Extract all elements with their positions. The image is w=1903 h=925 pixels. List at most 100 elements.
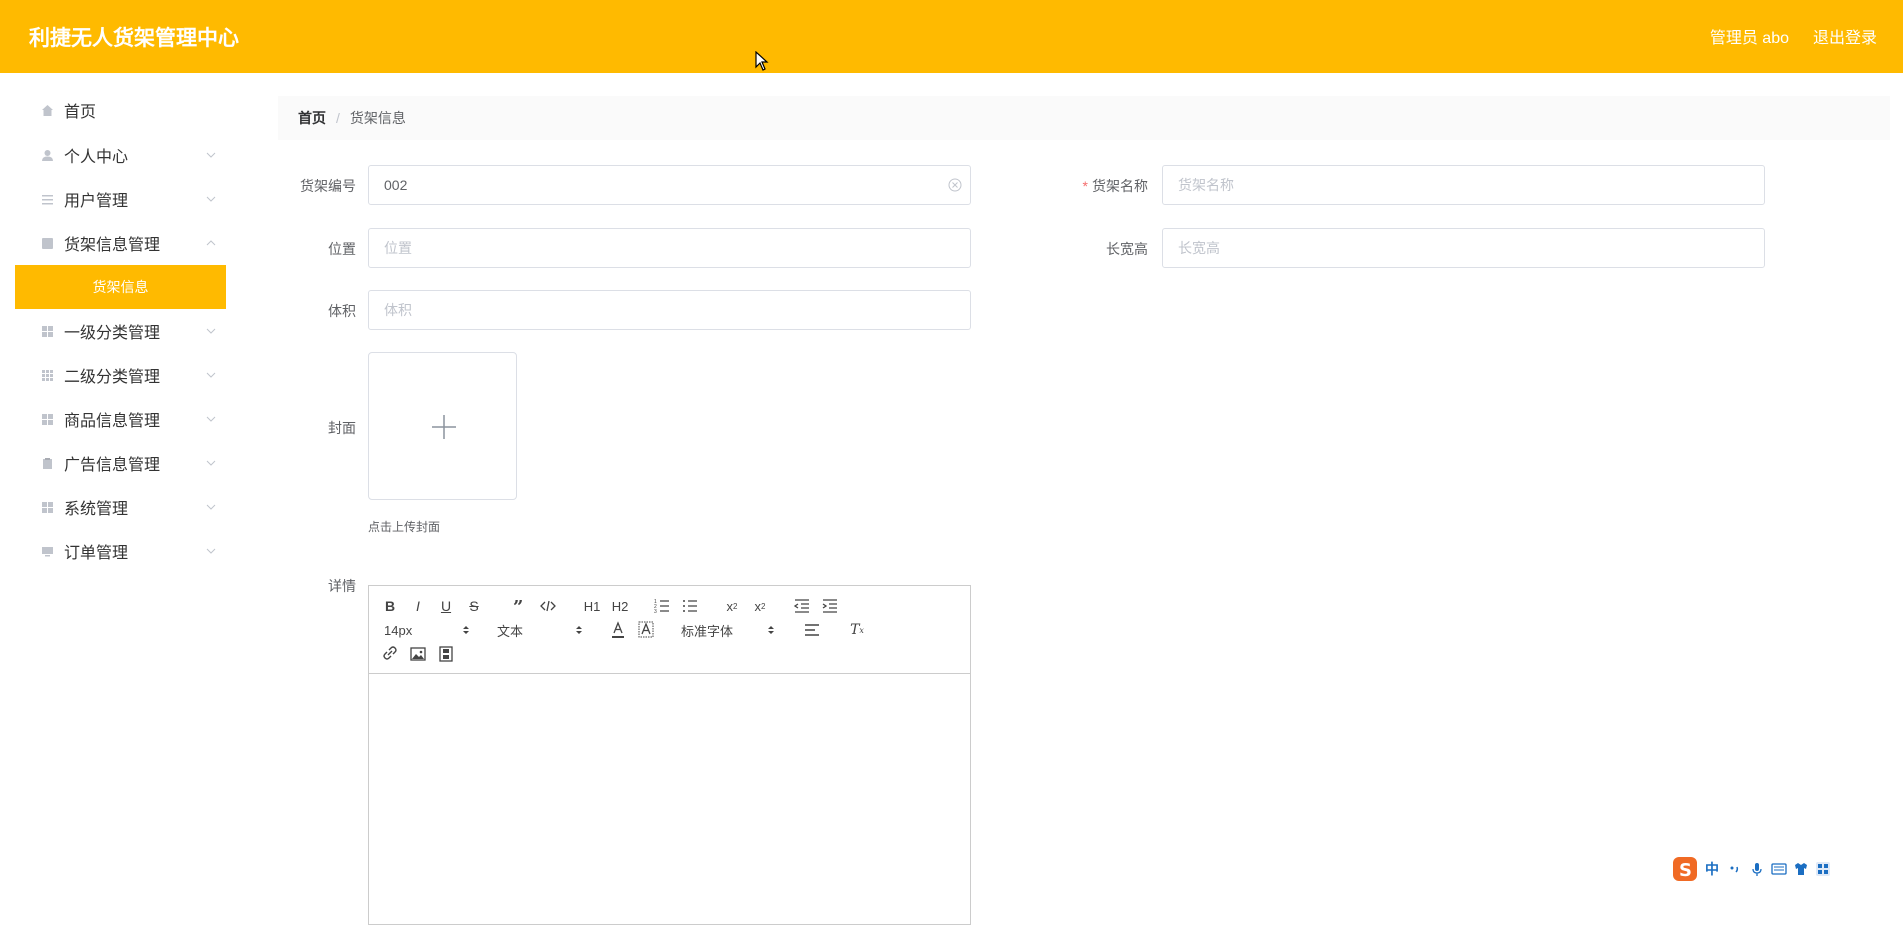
app-title: 利捷无人货架管理中心 [29, 27, 239, 50]
font-size-select[interactable]: 14px [384, 620, 470, 640]
sidebar-item-category-1[interactable]: 一级分类管理 [15, 311, 226, 351]
select-arrows-icon [768, 626, 774, 634]
font-family-select[interactable]: 标准字体 [681, 620, 775, 640]
outdent-icon[interactable] [793, 596, 811, 616]
rich-text-editor: B I U S ” H1 H2 123 x2 x2 14px 文本 标准字体 T… [368, 585, 971, 925]
subscript-button[interactable]: x2 [723, 596, 741, 616]
sidebar-item-profile[interactable]: 个人中心 [15, 135, 226, 175]
ordered-list-icon[interactable]: 123 [653, 596, 671, 616]
code-block-icon[interactable] [539, 596, 557, 616]
sidebar-item-products[interactable]: 商品信息管理 [15, 399, 226, 439]
mouse-cursor-icon [755, 51, 769, 71]
image-icon[interactable] [409, 644, 427, 664]
italic-button[interactable]: I [409, 596, 427, 616]
volume-placeholder: 体积 [384, 302, 412, 318]
align-icon[interactable] [803, 620, 821, 640]
strike-button[interactable]: S [465, 596, 483, 616]
sidebar-subitem-label: 货架信息 [92, 279, 149, 295]
font-family-value: 标准字体 [681, 623, 734, 639]
h1-button[interactable]: H1 [581, 596, 603, 616]
user-icon [42, 149, 53, 161]
sidebar-item-system[interactable]: 系统管理 [15, 487, 226, 527]
punctuation-icon[interactable] [1727, 861, 1743, 877]
location-label: 位置 [328, 241, 356, 257]
editor-content-area[interactable] [369, 675, 970, 924]
sidebar-item-label: 系统管理 [64, 501, 129, 518]
keyboard-icon[interactable] [1771, 861, 1787, 877]
sidebar-item-label: 订单管理 [64, 545, 129, 562]
select-arrows-icon [463, 626, 469, 634]
chevron-down-icon [206, 196, 216, 202]
sidebar-item-shelf[interactable]: 货架信息管理 [15, 223, 226, 263]
sidebar-item-ads[interactable]: 广告信息管理 [15, 443, 226, 483]
sidebar-item-orders[interactable]: 订单管理 [15, 531, 226, 571]
cover-upload-tip: 点击上传封面 [368, 520, 441, 534]
font-size-value: 14px [384, 622, 413, 638]
chevron-up-icon [206, 240, 216, 246]
grid-icon [42, 501, 53, 513]
checkbox-icon [42, 237, 53, 249]
sidebar-item-label: 广告信息管理 [64, 457, 161, 474]
sidebar-item-home[interactable]: 首页 [15, 90, 226, 130]
shelf-name-placeholder: 货架名称 [1178, 177, 1234, 193]
sidebar-subitem-shelf-info[interactable]: 货架信息 [15, 265, 226, 309]
cover-upload[interactable] [368, 352, 517, 500]
detail-label: 详情 [328, 578, 356, 594]
volume-input[interactable]: 体积 [368, 290, 971, 330]
svg-text:S: S [1679, 860, 1692, 881]
home-icon [42, 104, 53, 116]
location-input[interactable]: 位置 [368, 228, 971, 268]
blockquote-icon[interactable]: ” [511, 596, 529, 616]
indent-icon[interactable] [821, 596, 839, 616]
shelf-code-input[interactable]: 002 [368, 165, 971, 205]
required-mark: * [1082, 178, 1088, 194]
clear-format-button[interactable]: Tx [847, 620, 867, 640]
underline-button[interactable]: U [437, 596, 455, 616]
dimensions-label: 长宽高 [1106, 241, 1148, 257]
clear-icon[interactable] [948, 178, 962, 192]
skin-icon[interactable] [1793, 861, 1809, 877]
background-color-icon[interactable] [637, 620, 655, 640]
microphone-icon[interactable] [1749, 861, 1765, 877]
chevron-down-icon [206, 328, 216, 334]
select-arrows-icon [576, 626, 582, 634]
ime-mode[interactable]: 中 [1705, 859, 1719, 879]
bold-button[interactable]: B [381, 596, 399, 616]
cover-label: 封面 [328, 420, 356, 436]
shelf-name-label: * 货架名称 [1060, 176, 1148, 196]
sidebar-item-label: 首页 [64, 104, 97, 121]
sidebar-item-label: 个人中心 [64, 149, 129, 166]
sidebar-item-label: 一级分类管理 [64, 325, 161, 342]
monitor-icon [42, 546, 53, 556]
text-color-icon[interactable] [609, 620, 627, 640]
chevron-down-icon [206, 152, 216, 158]
chevron-down-icon [206, 460, 216, 466]
dimensions-input[interactable]: 长宽高 [1162, 228, 1765, 268]
logout-button[interactable]: 退出登录 [1813, 24, 1877, 48]
clipboard-icon [43, 457, 52, 469]
heading-select[interactable]: 文本 [497, 620, 583, 640]
svg-text:3: 3 [654, 609, 657, 615]
sidebar-item-label: 二级分类管理 [64, 369, 161, 386]
breadcrumb-home[interactable]: 首页 [298, 108, 326, 128]
sliders-icon [42, 194, 53, 204]
bullet-list-icon[interactable] [681, 596, 699, 616]
breadcrumb-current: 货架信息 [349, 110, 406, 126]
sogou-logo-icon[interactable]: S [1671, 855, 1699, 883]
sidebar: 首页 个人中心 用户管理 货架信息管理 货架信息 一级分类管理 二级分类管理 商… [15, 73, 226, 917]
toolbox-grid-icon[interactable] [1815, 861, 1831, 877]
shelf-name-input[interactable]: 货架名称 [1162, 165, 1765, 205]
shelf-name-label-text: 货架名称 [1092, 178, 1148, 194]
grid-icon [42, 369, 53, 381]
svg-text:”: ” [513, 597, 523, 616]
shelf-code-label: 货架编号 [300, 178, 356, 194]
superscript-button[interactable]: x2 [751, 596, 769, 616]
video-icon[interactable] [437, 644, 455, 664]
top-header: 利捷无人货架管理中心 管理员 abo 退出登录 [0, 0, 1903, 73]
sidebar-item-users[interactable]: 用户管理 [15, 179, 226, 219]
h2-button[interactable]: H2 [609, 596, 631, 616]
sidebar-item-category-2[interactable]: 二级分类管理 [15, 355, 226, 395]
plus-icon [432, 415, 456, 439]
sidebar-item-label: 商品信息管理 [64, 413, 161, 430]
link-icon[interactable] [381, 644, 399, 664]
